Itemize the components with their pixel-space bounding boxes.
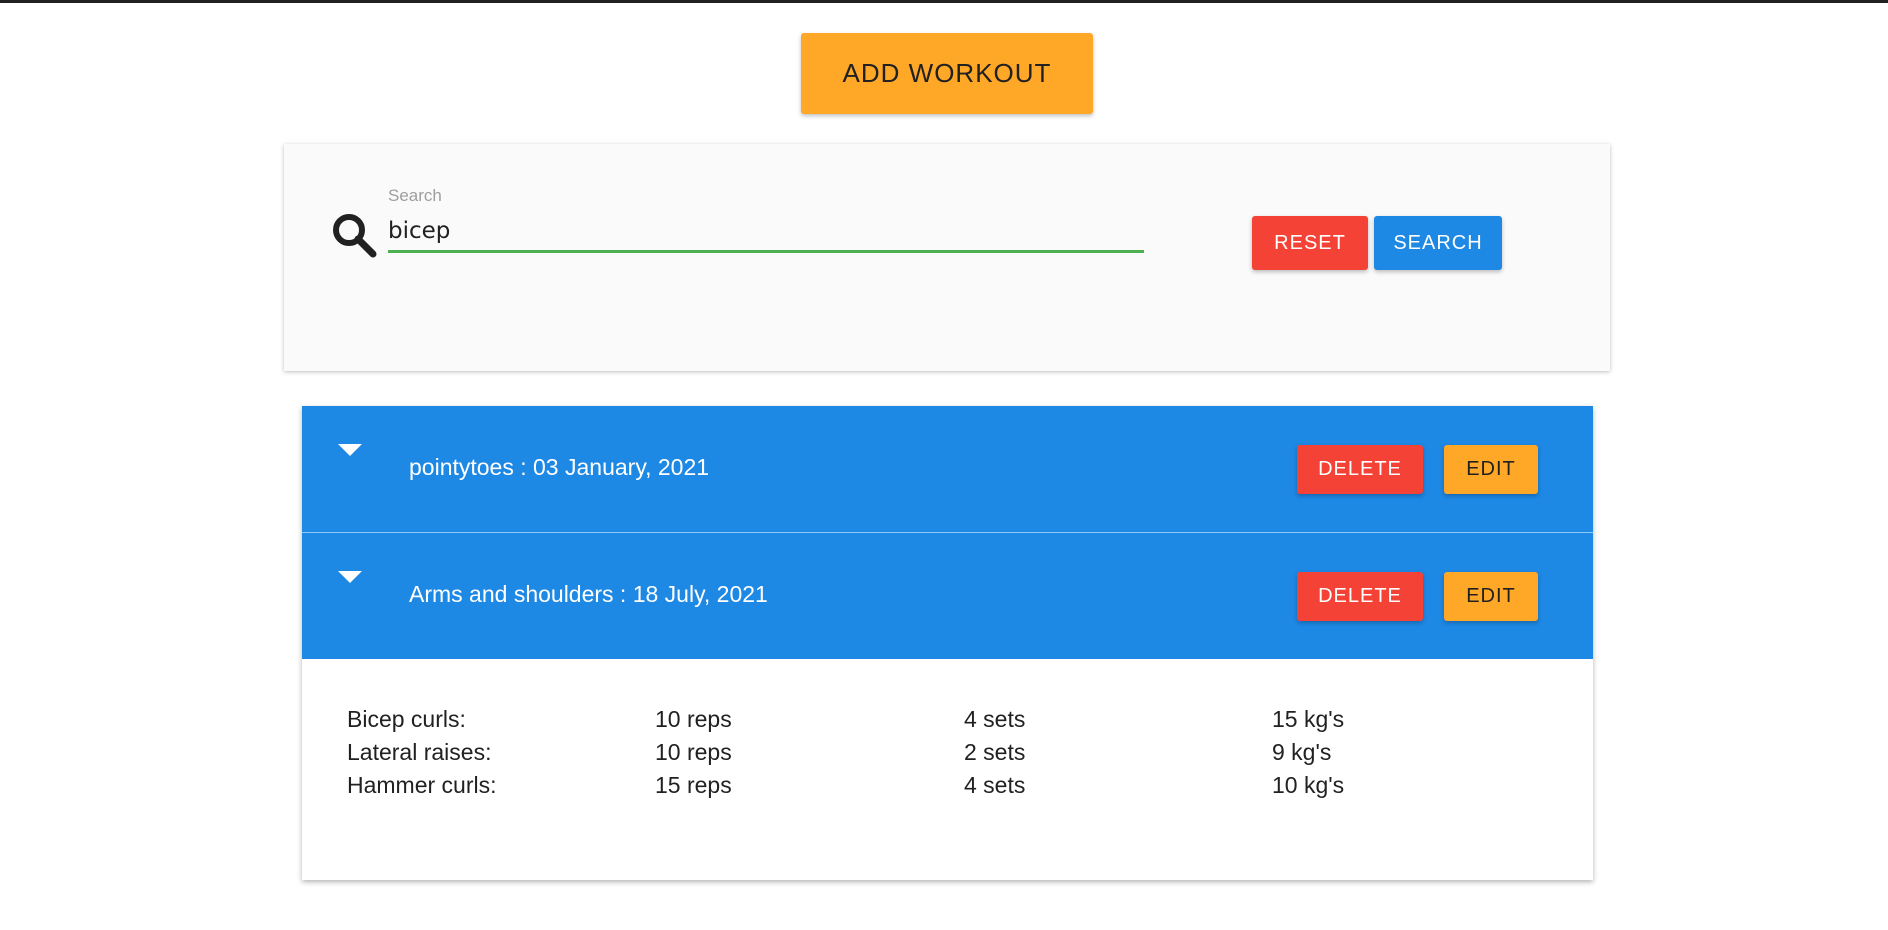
exercise-name: Hammer curls: (347, 772, 497, 798)
exercise-name: Lateral raises: (347, 739, 492, 765)
delete-button[interactable]: DELETE (1297, 572, 1423, 621)
search-field-label: Search (388, 186, 442, 205)
workout-title: pointytoes : 03 January, 2021 (409, 454, 710, 480)
exercise-reps: 10 reps (655, 706, 732, 732)
exercise-sets: 4 sets (964, 772, 1026, 798)
exercise-weight: 9 kg's (1272, 739, 1332, 765)
search-button[interactable]: SEARCH (1374, 216, 1502, 270)
exercise-weight: 10 kg's (1272, 772, 1345, 798)
edit-button[interactable]: EDIT (1444, 445, 1538, 494)
caret-down-icon[interactable] (338, 571, 362, 583)
workout-header[interactable]: Arms and shoulders : 18 July, 2021 DELET… (302, 533, 1593, 659)
add-workout-button[interactable]: ADD WORKOUT (801, 33, 1093, 114)
search-card: Search RESET SEARCH (284, 144, 1610, 371)
search-icon (333, 214, 377, 258)
workout-title: Arms and shoulders : 18 July, 2021 (409, 581, 768, 607)
top-border (0, 0, 1888, 3)
edit-button[interactable]: EDIT (1444, 572, 1538, 621)
reset-button[interactable]: RESET (1252, 216, 1368, 270)
caret-down-icon[interactable] (338, 444, 362, 456)
exercise-sets: 4 sets (964, 706, 1026, 732)
exercise-name: Bicep curls: (347, 706, 466, 732)
delete-button[interactable]: DELETE (1297, 445, 1423, 494)
workout-header[interactable]: pointytoes : 03 January, 2021 DELETE EDI… (302, 406, 1593, 533)
exercise-reps: 15 reps (655, 772, 732, 798)
search-input[interactable] (388, 212, 1144, 253)
exercise-sets: 2 sets (964, 739, 1026, 765)
exercise-weight: 15 kg's (1272, 706, 1345, 732)
workout-list: pointytoes : 03 January, 2021 DELETE EDI… (302, 406, 1593, 880)
exercise-reps: 10 reps (655, 739, 732, 765)
